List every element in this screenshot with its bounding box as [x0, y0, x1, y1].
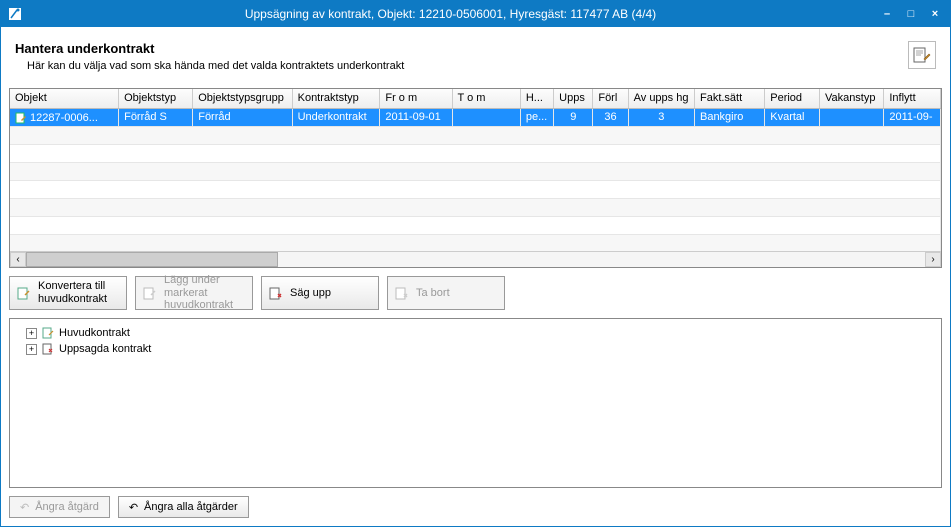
table-row-empty	[10, 145, 941, 163]
col-vakanstyp[interactable]: Vakanstyp	[820, 89, 884, 108]
edit-contract-icon	[908, 41, 936, 69]
table-row-empty	[10, 217, 941, 235]
place-under-icon	[142, 285, 158, 301]
col-forl[interactable]: Förl	[593, 89, 628, 108]
remove-label: Ta bort	[416, 287, 498, 300]
col-objekt[interactable]: Objekt	[10, 89, 119, 108]
col-upps[interactable]: Upps	[554, 89, 593, 108]
expand-icon[interactable]: +	[26, 344, 37, 355]
col-from[interactable]: Fr o m	[380, 89, 452, 108]
remove-icon	[394, 285, 410, 301]
contract-tree: + Huvudkontrakt + Uppsagda kontrakt	[9, 318, 942, 488]
col-objektstyp[interactable]: Objektstyp	[119, 89, 193, 108]
cell-upps: 9	[554, 109, 593, 127]
window-controls: – □ ×	[878, 5, 944, 23]
cell-vakanstyp	[820, 109, 884, 127]
action-button-row: Konvertera till huvudkontrakt Lägg under…	[9, 274, 942, 312]
footer-bar: ↶ Ångra åtgärd ↶ Ångra alla åtgärder	[9, 494, 942, 518]
cell-h: pe...	[521, 109, 554, 127]
col-avuppshg[interactable]: Av upps hg	[629, 89, 695, 108]
table-row[interactable]: 12287-0006... Förråd S Förråd Underkontr…	[10, 109, 941, 127]
titlebar: Uppsägning av kontrakt, Objekt: 12210-05…	[1, 1, 950, 27]
undo-label: Ångra åtgärd	[35, 501, 99, 513]
subcontract-grid: Objekt Objektstyp Objektstypsgrupp Kontr…	[9, 88, 942, 268]
remove-button: Ta bort	[387, 276, 505, 310]
tree-item-huvudkontrakt[interactable]: + Huvudkontrakt	[16, 325, 935, 341]
cell-kontraktstyp: Underkontrakt	[293, 109, 381, 127]
app-icon	[7, 6, 23, 22]
minimize-button[interactable]: –	[878, 5, 896, 23]
scroll-left-icon[interactable]: ‹	[10, 252, 26, 267]
cell-faktsatt: Bankgiro	[695, 109, 765, 127]
col-kontraktstyp[interactable]: Kontraktstyp	[293, 89, 381, 108]
cell-period: Kvartal	[765, 109, 820, 127]
terminate-button[interactable]: Säg upp	[261, 276, 379, 310]
tree-label: Huvudkontrakt	[59, 327, 130, 339]
col-inflytt[interactable]: Inflytt	[884, 89, 941, 108]
cell-avuppshg: 3	[629, 109, 695, 127]
undo-all-label: Ångra alla åtgärder	[144, 501, 238, 513]
cell-objektstypsgrupp: Förråd	[193, 109, 292, 127]
maximize-button[interactable]: □	[902, 5, 920, 23]
cell-inflytt: 2011-09-	[884, 109, 941, 127]
page-subtitle: Här kan du välja vad som ska hända med d…	[27, 60, 908, 72]
col-tom[interactable]: T o m	[453, 89, 521, 108]
terminated-doc-icon	[41, 342, 55, 356]
cell-tom	[453, 109, 521, 127]
tree-label: Uppsagda kontrakt	[59, 343, 151, 355]
place-under-button: Lägg under markerat huvudkontrakt	[135, 276, 253, 310]
grid-body: 12287-0006... Förråd S Förråd Underkontr…	[10, 109, 941, 251]
table-row-empty	[10, 235, 941, 251]
table-row-empty	[10, 199, 941, 217]
cell-from: 2011-09-01	[380, 109, 452, 127]
window-title: Uppsägning av kontrakt, Objekt: 12210-05…	[29, 7, 872, 21]
col-objektstypsgrupp[interactable]: Objektstypsgrupp	[193, 89, 292, 108]
page-header: Hantera underkontrakt Här kan du välja v…	[9, 35, 942, 82]
col-faktsatt[interactable]: Fakt.sätt	[695, 89, 765, 108]
cell-objektstyp: Förråd S	[119, 109, 193, 127]
undo-all-button[interactable]: ↶ Ångra alla åtgärder	[118, 496, 249, 518]
table-row-empty	[10, 163, 941, 181]
convert-button[interactable]: Konvertera till huvudkontrakt	[9, 276, 127, 310]
scroll-thumb[interactable]	[26, 252, 278, 267]
row-edit-icon	[15, 112, 27, 124]
convert-label: Konvertera till huvudkontrakt	[38, 280, 120, 305]
col-period[interactable]: Period	[765, 89, 820, 108]
place-under-label: Lägg under markerat huvudkontrakt	[164, 274, 246, 312]
close-button[interactable]: ×	[926, 5, 944, 23]
cell-objekt: 12287-0006...	[30, 112, 98, 124]
scroll-track[interactable]	[26, 252, 925, 267]
terminate-label: Säg upp	[290, 287, 372, 300]
contract-doc-icon	[41, 326, 55, 340]
scroll-right-icon[interactable]: ›	[925, 252, 941, 267]
table-row-empty	[10, 127, 941, 145]
convert-icon	[16, 285, 32, 301]
expand-icon[interactable]: +	[26, 328, 37, 339]
content-area: Hantera underkontrakt Här kan du välja v…	[1, 27, 950, 526]
grid-header-row: Objekt Objektstyp Objektstypsgrupp Kontr…	[10, 89, 941, 109]
col-h[interactable]: H...	[521, 89, 554, 108]
page-title: Hantera underkontrakt	[15, 41, 908, 56]
undo-button: ↶ Ångra åtgärd	[9, 496, 110, 518]
horizontal-scrollbar[interactable]: ‹ ›	[10, 251, 941, 267]
undo-all-icon: ↶	[129, 501, 138, 514]
table-row-empty	[10, 181, 941, 199]
undo-icon: ↶	[20, 501, 29, 514]
tree-item-uppsagda[interactable]: + Uppsagda kontrakt	[16, 341, 935, 357]
terminate-icon	[268, 285, 284, 301]
cell-forl: 36	[593, 109, 628, 127]
